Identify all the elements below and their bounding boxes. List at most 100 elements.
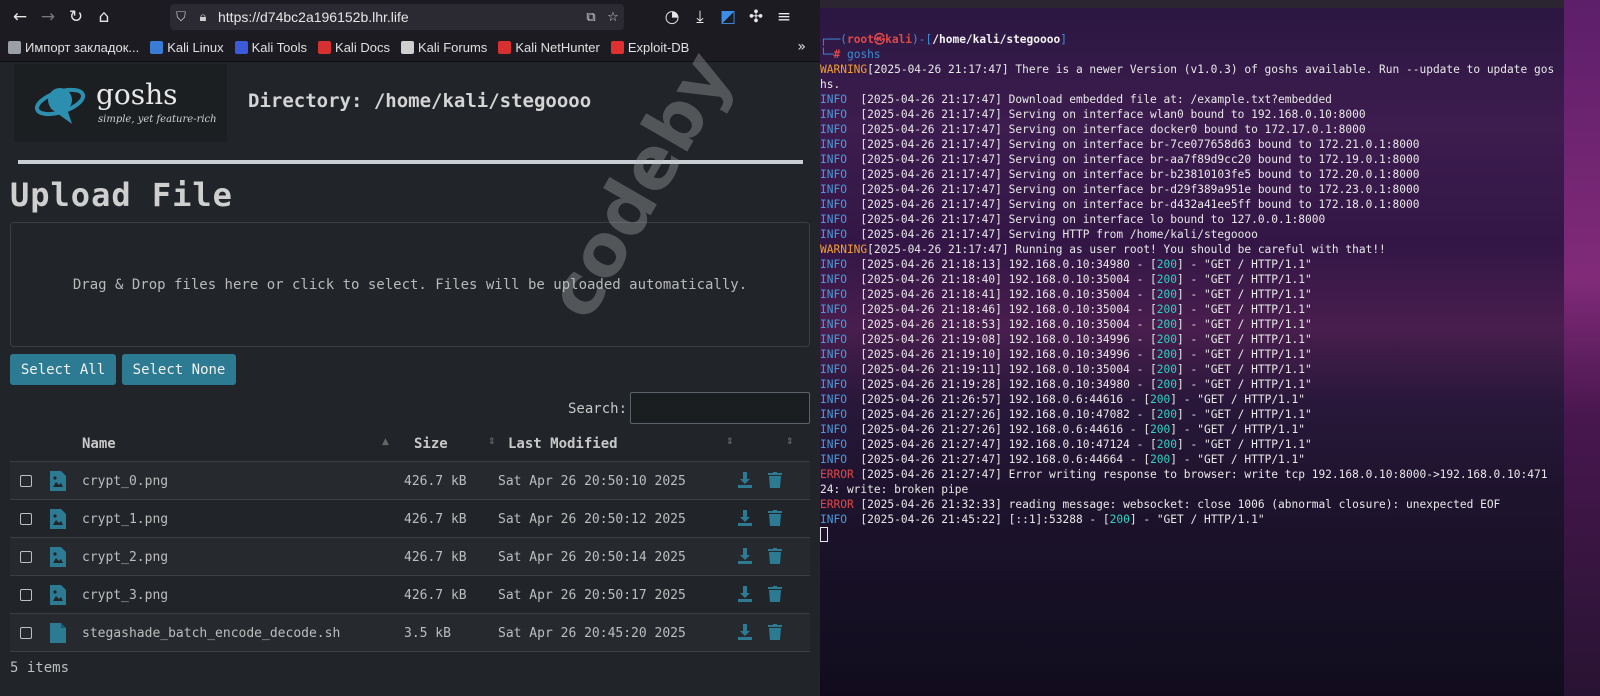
download-icon[interactable] bbox=[738, 548, 752, 568]
column-name[interactable]: Name bbox=[82, 436, 116, 452]
command-line: └─# goshs bbox=[820, 47, 1564, 62]
row-checkbox[interactable] bbox=[20, 627, 32, 639]
image-file-icon bbox=[50, 547, 66, 567]
file-name-link[interactable]: crypt_3.png bbox=[82, 588, 168, 603]
column-last-modified[interactable]: Last Modified bbox=[508, 436, 618, 452]
download-icon[interactable] bbox=[738, 472, 752, 492]
log-level: INFO bbox=[820, 393, 861, 406]
table-row[interactable]: crypt_1.png 426.7 kB Sat Apr 26 20:50:12 2… bbox=[10, 500, 810, 538]
log-level: INFO bbox=[820, 318, 861, 331]
log-line: INFO [2025-04-26 21:19:11] 192.168.0.10:… bbox=[820, 362, 1564, 377]
log-line: INFO [2025-04-26 21:18:53] 192.168.0.10:… bbox=[820, 317, 1564, 332]
log-message: Running as user root! You should be care… bbox=[1008, 243, 1386, 256]
bookmark-item[interactable]: Kali Forums bbox=[400, 40, 487, 55]
table-row[interactable]: crypt_3.png 426.7 kB Sat Apr 26 20:50:17 2… bbox=[10, 576, 810, 614]
file-name-link[interactable]: crypt_0.png bbox=[82, 474, 168, 489]
bookmark-star-icon[interactable]: ☆ bbox=[602, 10, 624, 25]
lock-icon[interactable]: 🔒︎ bbox=[192, 10, 214, 25]
file-size: 426.7 kB bbox=[404, 512, 467, 527]
log-message: 192.168.0.6:44664 - [ bbox=[1001, 453, 1151, 466]
toolbar-actions: ◔ ⤓ ◩ ✣ ≡ bbox=[658, 3, 798, 31]
delete-icon[interactable] bbox=[768, 472, 782, 492]
log-timestamp: [2025-04-26 21:17:47] bbox=[860, 198, 1002, 211]
log-message: ] - "GET / HTTP/1.1" bbox=[1177, 288, 1312, 301]
column-size[interactable]: Size bbox=[414, 436, 448, 452]
log-level: INFO bbox=[820, 303, 861, 316]
file-name-link[interactable]: stegashade_batch_encode_decode.sh bbox=[82, 626, 340, 641]
sort-icon[interactable]: ⇕ bbox=[786, 437, 794, 447]
log-message: ] - "GET / HTTP/1.1" bbox=[1177, 363, 1312, 376]
log-level: INFO bbox=[820, 453, 861, 466]
log-timestamp: [2025-04-26 21:17:47] bbox=[860, 228, 1002, 241]
file-size: 426.7 kB bbox=[404, 550, 467, 565]
url-text[interactable]: https://d74bc2a196152b.lhr.life bbox=[218, 9, 580, 25]
log-timestamp: [2025-04-26 21:18:40] bbox=[860, 273, 1002, 286]
log-message: ] - "GET / HTTP/1.1" bbox=[1170, 393, 1305, 406]
pocket-icon[interactable]: ◔ bbox=[658, 3, 686, 31]
home-icon[interactable]: ⌂ bbox=[90, 3, 118, 31]
log-level: INFO bbox=[820, 108, 861, 121]
bookmark-item[interactable]: Kali NetHunter bbox=[498, 40, 600, 55]
log-line: INFO [2025-04-26 21:18:13] 192.168.0.10:… bbox=[820, 257, 1564, 272]
status-code: 200 bbox=[1156, 408, 1178, 421]
terminal-window[interactable]: ┌──(root㉿kali)-[/home/kali/stegoooo] └─# … bbox=[820, 0, 1600, 696]
url-bar[interactable]: ⛉ 🔒︎ https://d74bc2a196152b.lhr.life ⧉ ☆ bbox=[170, 4, 624, 30]
log-line: INFO [2025-04-26 21:17:47] Serving on in… bbox=[820, 197, 1564, 212]
browser-toolbar: ← → ↻ ⌂ ⛉ 🔒︎ https://d74bc2a196152b.lhr.… bbox=[0, 0, 820, 34]
sort-icon[interactable]: ⇕ bbox=[488, 437, 496, 447]
log-timestamp: [2025-04-26 21:17:47] bbox=[860, 108, 1002, 121]
log-timestamp: [2025-04-26 21:45:22] bbox=[860, 513, 1002, 526]
sort-asc-icon[interactable]: ▲ bbox=[382, 437, 389, 447]
download-icon[interactable] bbox=[738, 624, 752, 644]
prompt-line: ┌──(root㉿kali)-[/home/kali/stegoooo] bbox=[820, 32, 1564, 47]
bookmark-item[interactable]: Kali Tools bbox=[234, 40, 307, 55]
reload-icon[interactable]: ↻ bbox=[62, 3, 90, 31]
status-code: 200 bbox=[1156, 273, 1178, 286]
delete-icon[interactable] bbox=[768, 586, 782, 606]
table-row[interactable]: stegashade_batch_encode_decode.sh 3.5 kB S… bbox=[10, 614, 810, 652]
bookmark-item[interactable]: Kali Docs bbox=[318, 40, 390, 55]
log-timestamp: [2025-04-26 21:17:47] bbox=[860, 168, 1002, 181]
select-all-button[interactable]: Select All bbox=[10, 354, 116, 385]
translate-icon[interactable]: ⧉ bbox=[580, 10, 602, 25]
terminal-titlebar bbox=[820, 0, 1564, 8]
forward-icon[interactable]: → bbox=[34, 3, 62, 31]
log-level: INFO bbox=[820, 363, 861, 376]
prompt-frame: )-[ bbox=[912, 33, 933, 46]
back-icon[interactable]: ← bbox=[6, 3, 34, 31]
shield-icon[interactable]: ⛉ bbox=[170, 10, 192, 25]
bookmarks-overflow-icon[interactable]: » bbox=[797, 39, 806, 55]
delete-icon[interactable] bbox=[768, 624, 782, 644]
row-checkbox[interactable] bbox=[20, 513, 32, 525]
table-row[interactable]: crypt_2.png 426.7 kB Sat Apr 26 20:50:14 2… bbox=[10, 538, 810, 576]
row-checkbox[interactable] bbox=[20, 589, 32, 601]
menu-icon[interactable]: ≡ bbox=[770, 3, 798, 31]
select-none-button[interactable]: Select None bbox=[122, 354, 236, 385]
file-name-link[interactable]: crypt_2.png bbox=[82, 550, 168, 565]
log-line: INFO [2025-04-26 21:17:47] Serving on in… bbox=[820, 122, 1564, 137]
bookmark-item[interactable]: Импорт закладок... bbox=[8, 40, 139, 55]
file-name-link[interactable]: crypt_1.png bbox=[82, 512, 168, 527]
log-message: 192.168.0.10:35004 - [ bbox=[1001, 363, 1157, 376]
table-row[interactable]: crypt_0.png 426.7 kB Sat Apr 26 20:50:10 2… bbox=[10, 462, 810, 500]
bookmark-item[interactable]: Kali Linux bbox=[150, 40, 224, 55]
sort-icon[interactable]: ⇕ bbox=[726, 437, 734, 447]
delete-icon[interactable] bbox=[768, 548, 782, 568]
download-icon[interactable] bbox=[738, 510, 752, 530]
image-file-icon bbox=[50, 471, 66, 491]
downloads-icon[interactable]: ⤓ bbox=[686, 3, 714, 31]
extension-icon[interactable]: ◩ bbox=[714, 3, 742, 31]
logo[interactable]: goshs simple, yet feature-rich bbox=[14, 64, 227, 142]
file-size: 3.5 kB bbox=[404, 626, 451, 641]
row-checkbox[interactable] bbox=[20, 551, 32, 563]
bookmark-label: Импорт закладок... bbox=[25, 40, 140, 55]
search-input[interactable] bbox=[630, 392, 810, 424]
download-icon[interactable] bbox=[738, 586, 752, 606]
extensions-puzzle-icon[interactable]: ✣ bbox=[742, 3, 770, 31]
bookmark-icon bbox=[400, 41, 414, 54]
delete-icon[interactable] bbox=[768, 510, 782, 530]
status-code: 200 bbox=[1156, 318, 1178, 331]
search-label: Search: bbox=[568, 401, 628, 417]
row-checkbox[interactable] bbox=[20, 475, 32, 487]
upload-dropzone[interactable]: Drag & Drop files here or click to selec… bbox=[10, 222, 810, 347]
